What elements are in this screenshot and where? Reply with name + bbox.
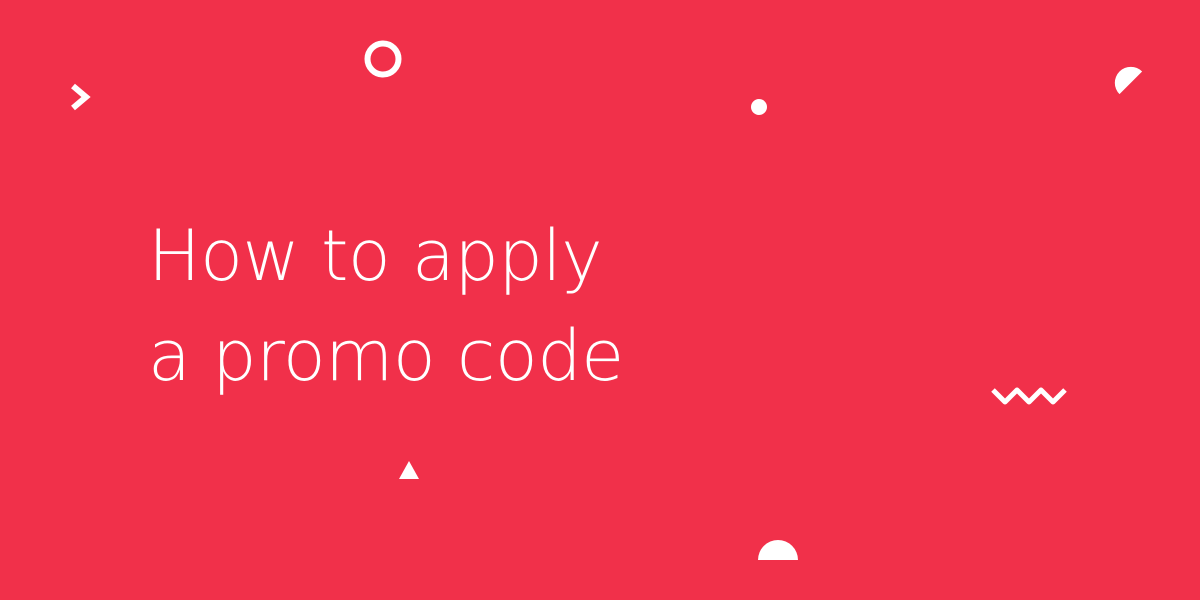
semicircle-icon	[756, 538, 800, 562]
hero-title: How to apply a promo code	[148, 206, 624, 406]
zigzag-icon	[988, 380, 1068, 410]
title-line-1: How to apply	[148, 215, 603, 297]
dot-icon	[750, 98, 768, 116]
triangle-icon	[396, 458, 422, 482]
half-circle-icon	[1106, 58, 1150, 102]
title-line-2: a promo code	[148, 315, 624, 397]
chevron-right-icon	[68, 82, 94, 114]
ring-icon	[362, 38, 404, 80]
